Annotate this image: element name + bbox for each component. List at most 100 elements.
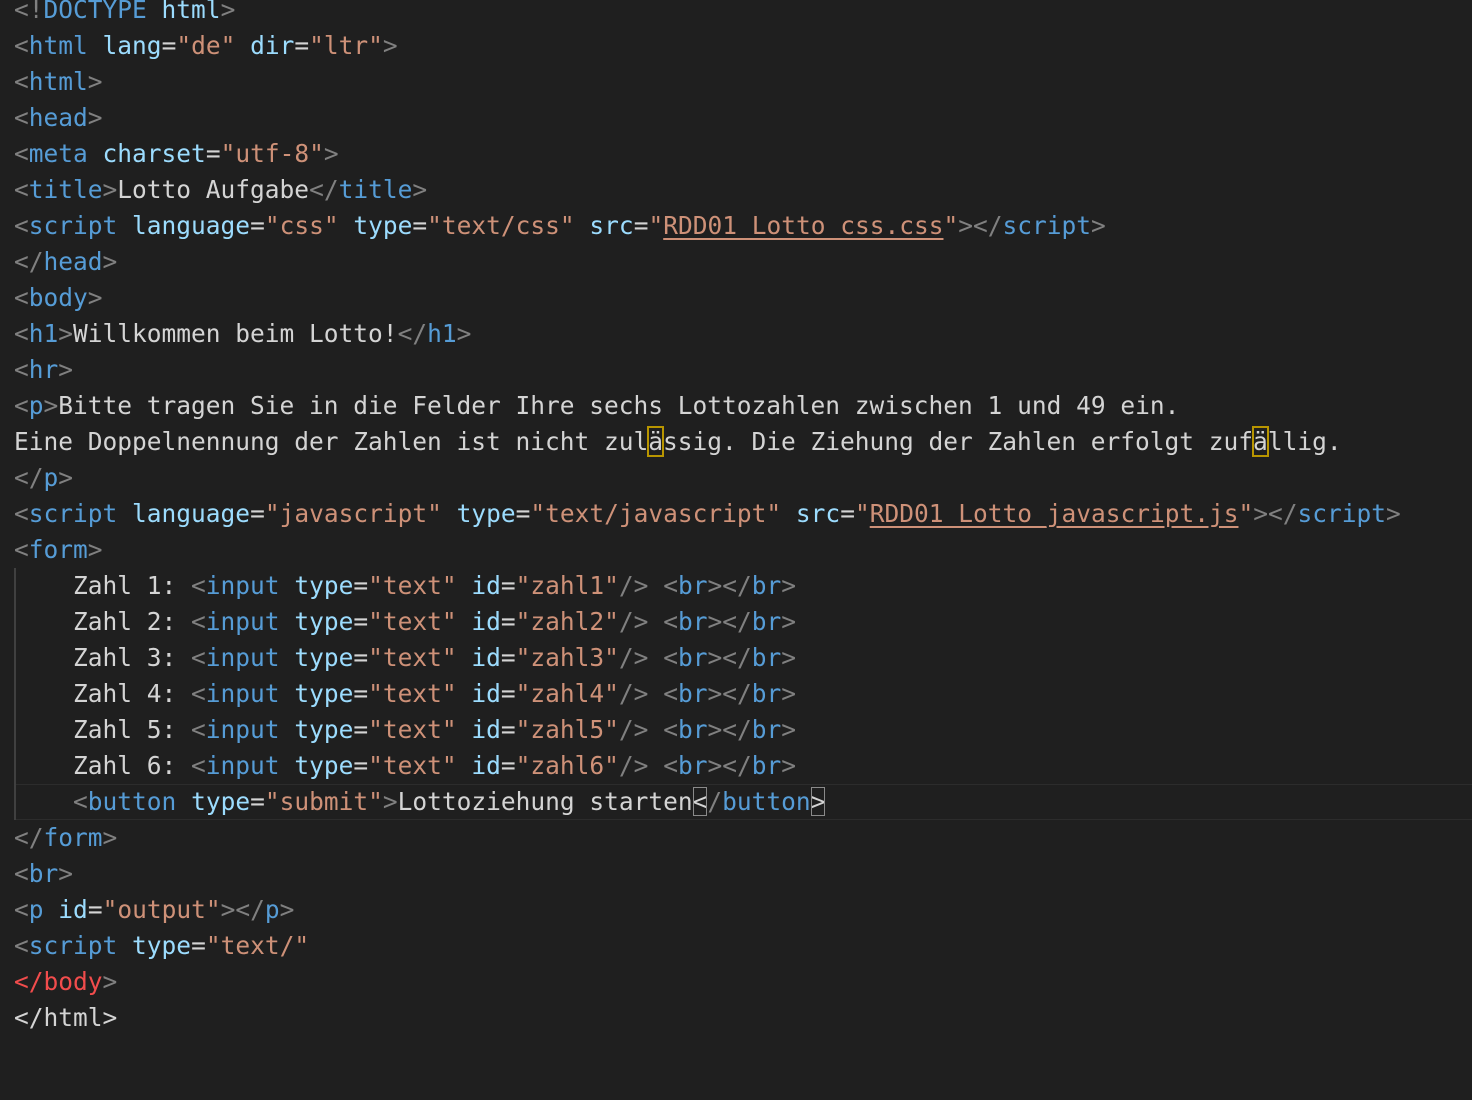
code-line[interactable]: </body> (14, 964, 117, 1000)
code-token: form (43, 823, 103, 852)
code-token: input (205, 715, 280, 744)
code-token: ></ (707, 607, 752, 636)
code-line[interactable]: Zahl 3: <input type="text" id="zahl3"/> … (14, 640, 796, 676)
code-token: > (781, 643, 797, 672)
code-line[interactable]: <head> (14, 100, 103, 136)
code-token: Zahl 4: (14, 679, 192, 708)
code-token: = (250, 211, 265, 240)
code-token: " (854, 499, 870, 528)
code-token: = (250, 787, 265, 816)
code-token: script (28, 499, 118, 528)
code-token: br (677, 571, 708, 600)
code-token: > (58, 859, 74, 888)
code-token: ></ (707, 751, 752, 780)
code-line[interactable]: <script type="text/" (14, 928, 309, 964)
code-token: "text" (368, 751, 457, 780)
code-token: p (28, 895, 44, 924)
code-line[interactable]: </head> (14, 244, 117, 280)
code-token: > (1386, 499, 1401, 528)
code-token: "de" (176, 31, 236, 60)
code-token: < (14, 319, 29, 348)
code-token: /> (618, 607, 649, 636)
code-token: "css" (264, 211, 339, 240)
code-token: </ (14, 823, 44, 852)
code-token: Bitte tragen Sie in die Felder Ihre sech… (58, 391, 1180, 420)
code-token: > (412, 175, 428, 204)
code-token: title (338, 175, 413, 204)
code-token: = (500, 679, 516, 708)
code-line[interactable]: <h1>Willkommen beim Lotto!</h1> (14, 316, 471, 352)
code-token: "zahl2" (515, 607, 619, 636)
code-token: " (1238, 499, 1254, 528)
code-token: hr (28, 355, 59, 384)
code-line[interactable]: Eine Doppelnennung der Zahlen ist nicht … (14, 424, 1342, 460)
code-token: = (294, 31, 310, 60)
code-line[interactable]: <html> (14, 64, 103, 100)
code-line[interactable]: </form> (14, 820, 117, 856)
code-line[interactable]: <button type="submit">Lottoziehung start… (14, 784, 826, 820)
code-token: p (264, 895, 280, 924)
code-token: < (692, 787, 708, 816)
code-token: < (14, 103, 29, 132)
code-line[interactable]: Zahl 6: <input type="text" id="zahl6"/> … (14, 748, 796, 784)
code-line[interactable]: </html> (14, 1000, 117, 1036)
code-token: = (840, 499, 855, 528)
code-line[interactable]: <form> (14, 532, 103, 568)
code-line[interactable]: <p>Bitte tragen Sie in die Felder Ihre s… (14, 388, 1179, 424)
code-token: button (87, 787, 177, 816)
code-token: html (28, 67, 88, 96)
code-editor[interactable]: <!DOCTYPE html> <html lang="de" dir="ltr"… (0, 0, 1472, 1100)
code-line[interactable]: Zahl 5: <input type="text" id="zahl5"/> … (14, 712, 796, 748)
code-line[interactable]: Zahl 1: <input type="text" id="zahl1"/> … (14, 568, 796, 604)
code-line[interactable]: <html lang="de" dir="ltr"> (14, 28, 398, 64)
code-line[interactable]: Zahl 2: <input type="text" id="zahl2"/> … (14, 604, 796, 640)
code-token: ></ (707, 715, 752, 744)
code-line[interactable]: <!DOCTYPE html> (14, 0, 235, 28)
code-line[interactable]: <p id="output"></p> (14, 892, 294, 928)
code-token: > (87, 283, 103, 312)
code-token: id (471, 607, 501, 636)
code-token: = (500, 643, 516, 672)
code-token: < (14, 139, 29, 168)
code-line[interactable]: <br> (14, 856, 73, 892)
code-token: Zahl 2: (14, 607, 192, 636)
code-token: < (191, 715, 206, 744)
code-token: id (471, 679, 501, 708)
code-token: > (456, 319, 472, 348)
code-token: = (412, 211, 428, 240)
code-token: < (14, 499, 29, 528)
code-line[interactable]: Zahl 4: <input type="text" id="zahl4"/> … (14, 676, 796, 712)
code-token: = (500, 751, 516, 780)
code-token: button (722, 787, 811, 816)
code-line[interactable]: <title>Lotto Aufgabe</title> (14, 172, 427, 208)
code-token: type (353, 211, 413, 240)
code-token: ></ (1253, 499, 1298, 528)
code-line[interactable]: <hr> (14, 352, 73, 388)
code-token: head (43, 247, 103, 276)
code-line[interactable]: <meta charset="utf-8"> (14, 136, 339, 172)
code-token: = (250, 499, 265, 528)
code-token: "text/javascript" (530, 499, 782, 528)
code-token: > (1091, 211, 1106, 240)
code-token: < (14, 211, 29, 240)
code-token: type (294, 607, 354, 636)
code-token: = (353, 607, 369, 636)
code-token: > (382, 787, 398, 816)
code-token: > (323, 139, 339, 168)
code-line[interactable]: <script language="javascript" type="text… (14, 496, 1401, 532)
code-token: < (663, 679, 678, 708)
code-line[interactable]: </p> (14, 460, 73, 496)
code-line[interactable]: <script language="css" type="text/css" s… (14, 208, 1106, 244)
code-token: "ltr" (309, 31, 383, 60)
code-line[interactable]: <body> (14, 280, 103, 316)
code-token: "zahl3" (515, 643, 619, 672)
